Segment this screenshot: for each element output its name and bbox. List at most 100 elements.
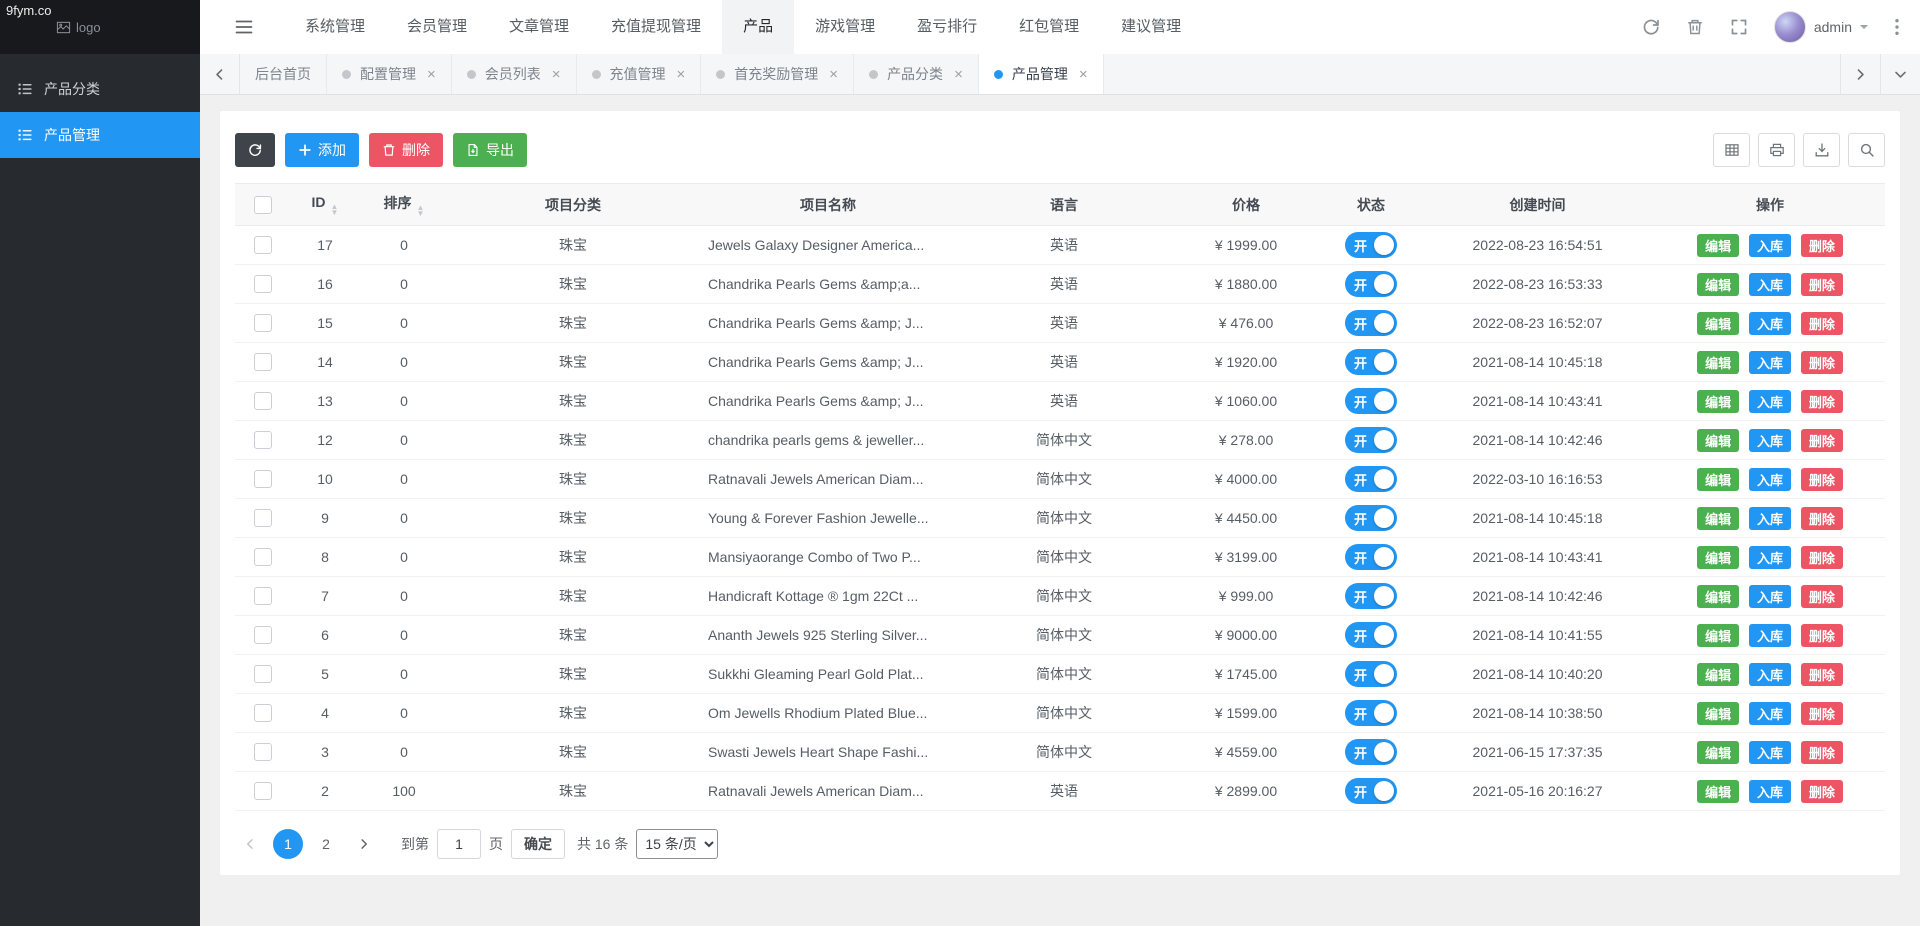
prev-page-button[interactable] (235, 829, 265, 859)
stock-button[interactable]: 入库 (1748, 584, 1791, 608)
edit-button[interactable]: 编辑 (1697, 545, 1740, 569)
topnav-item[interactable]: 会员管理 (386, 0, 488, 54)
stock-button[interactable]: 入库 (1748, 272, 1791, 296)
edit-button[interactable]: 编辑 (1697, 350, 1740, 374)
tab-item[interactable]: 首充奖励管理 × (701, 54, 855, 94)
edit-button[interactable]: 编辑 (1697, 779, 1740, 803)
stock-button[interactable]: 入库 (1748, 506, 1791, 530)
topnav-item[interactable]: 红包管理 (998, 0, 1100, 54)
delete-row-button[interactable]: 删除 (1800, 623, 1843, 647)
delete-row-button[interactable]: 删除 (1800, 350, 1843, 374)
status-toggle[interactable]: 开 (1345, 388, 1397, 414)
row-checkbox[interactable] (253, 353, 272, 371)
edit-button[interactable]: 编辑 (1697, 701, 1740, 725)
status-toggle[interactable]: 开 (1345, 310, 1397, 336)
delete-row-button[interactable]: 删除 (1800, 389, 1843, 413)
stock-button[interactable]: 入库 (1748, 428, 1791, 452)
stock-button[interactable]: 入库 (1748, 662, 1791, 686)
fullscreen-icon[interactable] (1730, 18, 1748, 36)
row-checkbox[interactable] (253, 314, 272, 332)
tab-close-icon[interactable]: × (427, 67, 436, 82)
stock-button[interactable]: 入库 (1748, 311, 1791, 335)
print-button[interactable] (1758, 133, 1795, 167)
status-toggle[interactable]: 开 (1345, 349, 1397, 375)
stock-button[interactable]: 入库 (1748, 623, 1791, 647)
user-menu[interactable]: admin (1773, 11, 1868, 43)
row-checkbox[interactable] (253, 275, 272, 293)
page-size-select[interactable]: 15 条/页 (636, 829, 719, 859)
tab-item[interactable]: 会员列表 × (452, 54, 577, 94)
delete-row-button[interactable]: 删除 (1800, 467, 1843, 491)
confirm-button[interactable]: 确定 (511, 829, 565, 859)
edit-button[interactable]: 编辑 (1697, 740, 1740, 764)
status-toggle[interactable]: 开 (1345, 271, 1397, 297)
tab-scroll-right-button[interactable] (1840, 54, 1880, 94)
delete-button[interactable]: 删除 (369, 133, 443, 167)
row-checkbox[interactable] (253, 743, 272, 761)
delete-row-button[interactable]: 删除 (1800, 311, 1843, 335)
status-toggle[interactable]: 开 (1345, 661, 1397, 687)
status-toggle[interactable]: 开 (1345, 505, 1397, 531)
edit-button[interactable]: 编辑 (1697, 623, 1740, 647)
row-checkbox[interactable] (253, 626, 272, 644)
next-page-button[interactable] (349, 829, 379, 859)
status-toggle[interactable]: 开 (1345, 232, 1397, 258)
menu-toggle-button[interactable] (226, 0, 262, 54)
status-toggle[interactable]: 开 (1345, 778, 1397, 804)
tab-item[interactable]: 产品管理 × (978, 54, 1104, 94)
status-toggle[interactable]: 开 (1345, 622, 1397, 648)
kebab-menu-icon[interactable] (1894, 18, 1900, 36)
column-header[interactable]: 排序 ▲ ▼ (360, 183, 448, 226)
row-checkbox[interactable] (253, 782, 272, 800)
row-checkbox[interactable] (253, 431, 272, 449)
stock-button[interactable]: 入库 (1748, 545, 1791, 569)
table-refresh-button[interactable] (235, 133, 275, 167)
header-checkbox[interactable] (253, 195, 272, 214)
sidebar-item[interactable]: 产品管理 (0, 112, 200, 158)
status-toggle[interactable]: 开 (1345, 700, 1397, 726)
status-toggle[interactable]: 开 (1345, 466, 1397, 492)
row-checkbox[interactable] (253, 665, 272, 683)
delete-row-button[interactable]: 删除 (1800, 233, 1843, 257)
stock-button[interactable]: 入库 (1748, 701, 1791, 725)
tab-dropdown-button[interactable] (1880, 54, 1920, 94)
row-checkbox[interactable] (253, 587, 272, 605)
stock-button[interactable]: 入库 (1748, 233, 1791, 257)
delete-row-button[interactable]: 删除 (1800, 506, 1843, 530)
status-toggle[interactable]: 开 (1345, 739, 1397, 765)
stock-button[interactable]: 入库 (1748, 350, 1791, 374)
edit-button[interactable]: 编辑 (1697, 389, 1740, 413)
tab-item[interactable]: 配置管理 × (327, 54, 452, 94)
columns-toggle-button[interactable] (1713, 133, 1750, 167)
delete-row-button[interactable]: 删除 (1800, 662, 1843, 686)
tab-close-icon[interactable]: × (829, 67, 838, 82)
delete-row-button[interactable]: 删除 (1800, 740, 1843, 764)
topnav-item[interactable]: 充值提现管理 (590, 0, 722, 54)
add-button[interactable]: 添加 (285, 133, 359, 167)
sort-icon[interactable]: ▲ ▼ (331, 202, 339, 216)
export-button[interactable]: 导出 (453, 133, 527, 167)
edit-button[interactable]: 编辑 (1697, 506, 1740, 530)
export-data-button[interactable] (1803, 133, 1840, 167)
page-button[interactable]: 2 (311, 829, 341, 859)
status-toggle[interactable]: 开 (1345, 544, 1397, 570)
delete-row-button[interactable]: 删除 (1800, 584, 1843, 608)
edit-button[interactable]: 编辑 (1697, 233, 1740, 257)
delete-row-button[interactable]: 删除 (1800, 779, 1843, 803)
tab-close-icon[interactable]: × (954, 67, 963, 82)
row-checkbox[interactable] (253, 392, 272, 410)
row-checkbox[interactable] (253, 704, 272, 722)
sidebar-item[interactable]: 产品分类 (0, 66, 200, 112)
edit-button[interactable]: 编辑 (1697, 467, 1740, 491)
status-toggle[interactable]: 开 (1345, 583, 1397, 609)
delete-row-button[interactable]: 删除 (1800, 428, 1843, 452)
tab-item[interactable]: 后台首页 (240, 54, 327, 94)
edit-button[interactable]: 编辑 (1697, 584, 1740, 608)
tab-close-icon[interactable]: × (677, 67, 686, 82)
stock-button[interactable]: 入库 (1748, 740, 1791, 764)
tab-close-icon[interactable]: × (1079, 67, 1088, 82)
tab-item[interactable]: 产品分类 × (854, 54, 979, 94)
edit-button[interactable]: 编辑 (1697, 428, 1740, 452)
edit-button[interactable]: 编辑 (1697, 311, 1740, 335)
tab-close-icon[interactable]: × (552, 67, 561, 82)
